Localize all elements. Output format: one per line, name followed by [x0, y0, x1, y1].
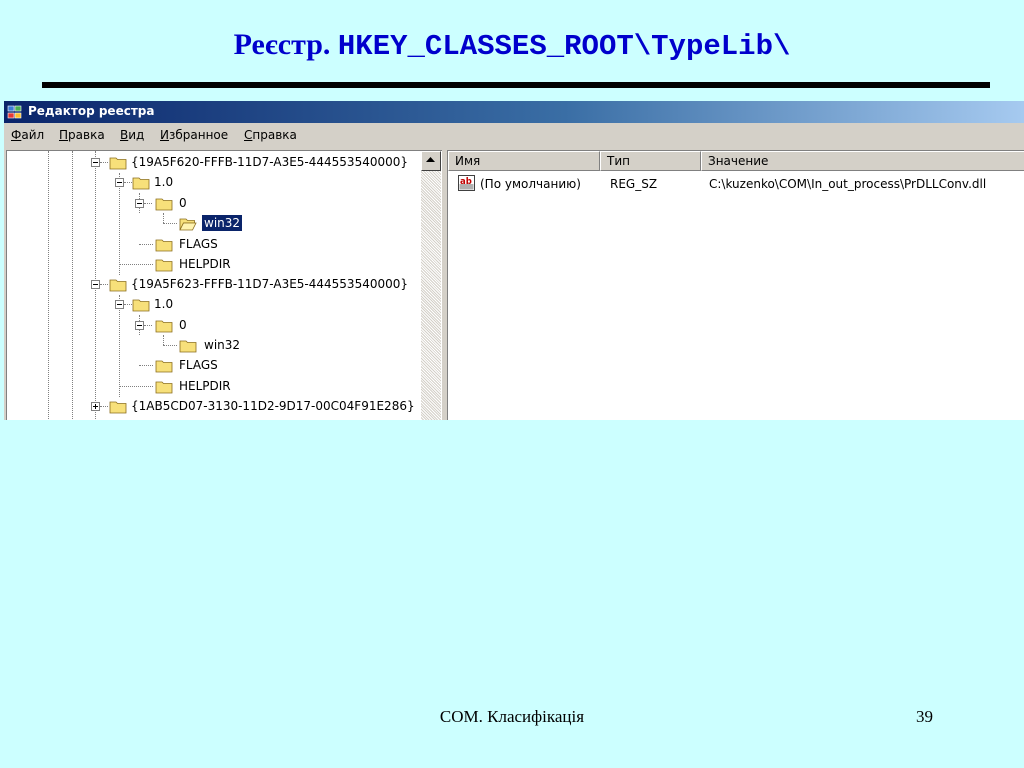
title-divider: [42, 82, 990, 88]
tree-connector: [124, 182, 132, 183]
column-header-type[interactable]: Тип: [600, 151, 701, 171]
tree-connector: [163, 213, 164, 223]
tree-guide-line: [48, 151, 49, 420]
tree-connector: [119, 386, 153, 387]
title-prefix: Реєстр.: [233, 28, 331, 61]
svg-text:ab: ab: [460, 177, 472, 187]
tree-node-label[interactable]: 0: [177, 195, 189, 211]
column-header-name[interactable]: Имя: [448, 151, 600, 171]
collapse-toggle[interactable]: [115, 300, 124, 309]
slide-title: Реєстр. HKEY_CLASSES_ROOT\TypeLib\: [0, 28, 1024, 63]
folder-icon: [179, 340, 197, 353]
column-header-value[interactable]: Значение: [701, 151, 1024, 171]
string-value-icon: ab: [458, 175, 475, 191]
folder-icon: [132, 177, 150, 190]
arrow-up-icon: [426, 157, 435, 162]
menu-file-label: айл: [21, 128, 45, 142]
menu-favorites-accel: И: [160, 128, 169, 142]
collapse-toggle[interactable]: [91, 280, 100, 289]
tree-node-label[interactable]: 1.0: [152, 296, 175, 312]
folder-icon: [109, 279, 127, 292]
folder-open-icon: [179, 218, 197, 231]
values-list-pane[interactable]: Имя Тип Значение ab (По умолчанию) REG_S…: [447, 150, 1024, 420]
tree-connector: [119, 264, 153, 265]
menu-view[interactable]: Вид: [120, 128, 144, 142]
menu-help-label: правка: [252, 128, 297, 142]
tree-connector: [119, 295, 120, 397]
tree-node-label[interactable]: win32: [202, 337, 242, 353]
menu-edit-label: равка: [68, 128, 105, 142]
folder-icon: [109, 157, 127, 170]
tree-connector: [163, 345, 177, 346]
tree-guide-line: [72, 151, 73, 420]
tree-connector: [119, 173, 120, 275]
tree-connector: [139, 365, 153, 366]
tree-connector: [144, 203, 152, 204]
tree-node-label[interactable]: HELPDIR: [177, 378, 233, 394]
page-number: 39: [916, 707, 933, 726]
scroll-up-button[interactable]: [421, 151, 441, 171]
menu-bar: Файл Правка Вид Избранное Справка: [4, 125, 1024, 145]
tree-node-label-selected[interactable]: win32: [202, 215, 243, 231]
registry-editor-window: Редактор реестра Файл Правка Вид Избранн…: [4, 101, 1024, 420]
collapse-toggle[interactable]: [135, 321, 144, 330]
tree-node-label[interactable]: 0: [177, 317, 189, 333]
menu-view-accel: В: [120, 128, 129, 142]
tree-connector: [144, 325, 152, 326]
tree-connector: [139, 244, 153, 245]
menu-favorites-label: збранное: [168, 128, 229, 142]
tree-connector: [163, 335, 164, 345]
folder-icon: [155, 259, 173, 272]
tree-connector: [100, 162, 108, 163]
folder-icon: [155, 320, 173, 333]
value-name-cell: (По умолчанию): [480, 177, 581, 191]
menu-edit-accel: П: [59, 128, 69, 142]
slide-footer: COM. Класифікація: [439, 707, 585, 726]
expand-toggle[interactable]: [91, 402, 100, 411]
tree-connector: [100, 284, 108, 285]
tree-node-label[interactable]: FLAGS: [177, 236, 220, 252]
menu-file-accel: Ф: [11, 128, 22, 142]
value-data-cell: C:\kuzenko\COM\In_out_process\PrDLLConv.…: [709, 177, 987, 191]
window-titlebar[interactable]: Редактор реестра: [4, 101, 1024, 123]
regedit-icon: [7, 105, 22, 119]
tree-connector: [124, 304, 132, 305]
folder-icon: [155, 381, 173, 394]
list-item[interactable]: ab (По умолчанию) REG_SZ C:\kuzenko\COM\…: [448, 175, 1024, 193]
tree-node-label[interactable]: {1AB5CD07-3130-11D2-9D17-00C04F91E286}: [129, 398, 417, 414]
menu-edit[interactable]: Правка: [59, 128, 105, 142]
tree-node-label[interactable]: HELPDIR: [177, 256, 233, 272]
folder-icon: [155, 198, 173, 211]
folder-icon: [155, 360, 173, 373]
collapse-toggle[interactable]: [115, 178, 124, 187]
tree-node-label[interactable]: FLAGS: [177, 357, 220, 373]
collapse-toggle[interactable]: [91, 158, 100, 167]
folder-icon: [109, 401, 127, 414]
tree-node-label[interactable]: 1.0: [152, 174, 175, 190]
pane-splitter[interactable]: [442, 150, 446, 420]
window-title: Редактор реестра: [28, 104, 155, 118]
title-path: HKEY_CLASSES_ROOT\TypeLib\: [337, 30, 791, 63]
tree-connector: [100, 406, 108, 407]
value-type-cell: REG_SZ: [610, 177, 658, 191]
tree-connector: [163, 223, 177, 224]
tree-node-label[interactable]: {19A5F620-FFFB-11D7-A3E5-444553540000}: [129, 154, 410, 170]
tree-node-label[interactable]: {19A5F623-FFFB-11D7-A3E5-444553540000}: [129, 276, 410, 292]
menu-favorites[interactable]: Избранное: [160, 128, 228, 142]
menu-help[interactable]: Справка: [244, 128, 297, 142]
folder-icon: [155, 239, 173, 252]
tree-scrollbar[interactable]: [421, 151, 441, 420]
key-tree-pane[interactable]: {19A5F620-FFFB-11D7-A3E5-444553540000} 1…: [6, 150, 443, 420]
menu-view-label: ид: [128, 128, 145, 142]
folder-icon: [132, 299, 150, 312]
collapse-toggle[interactable]: [135, 199, 144, 208]
menu-file[interactable]: Файл: [11, 128, 44, 142]
